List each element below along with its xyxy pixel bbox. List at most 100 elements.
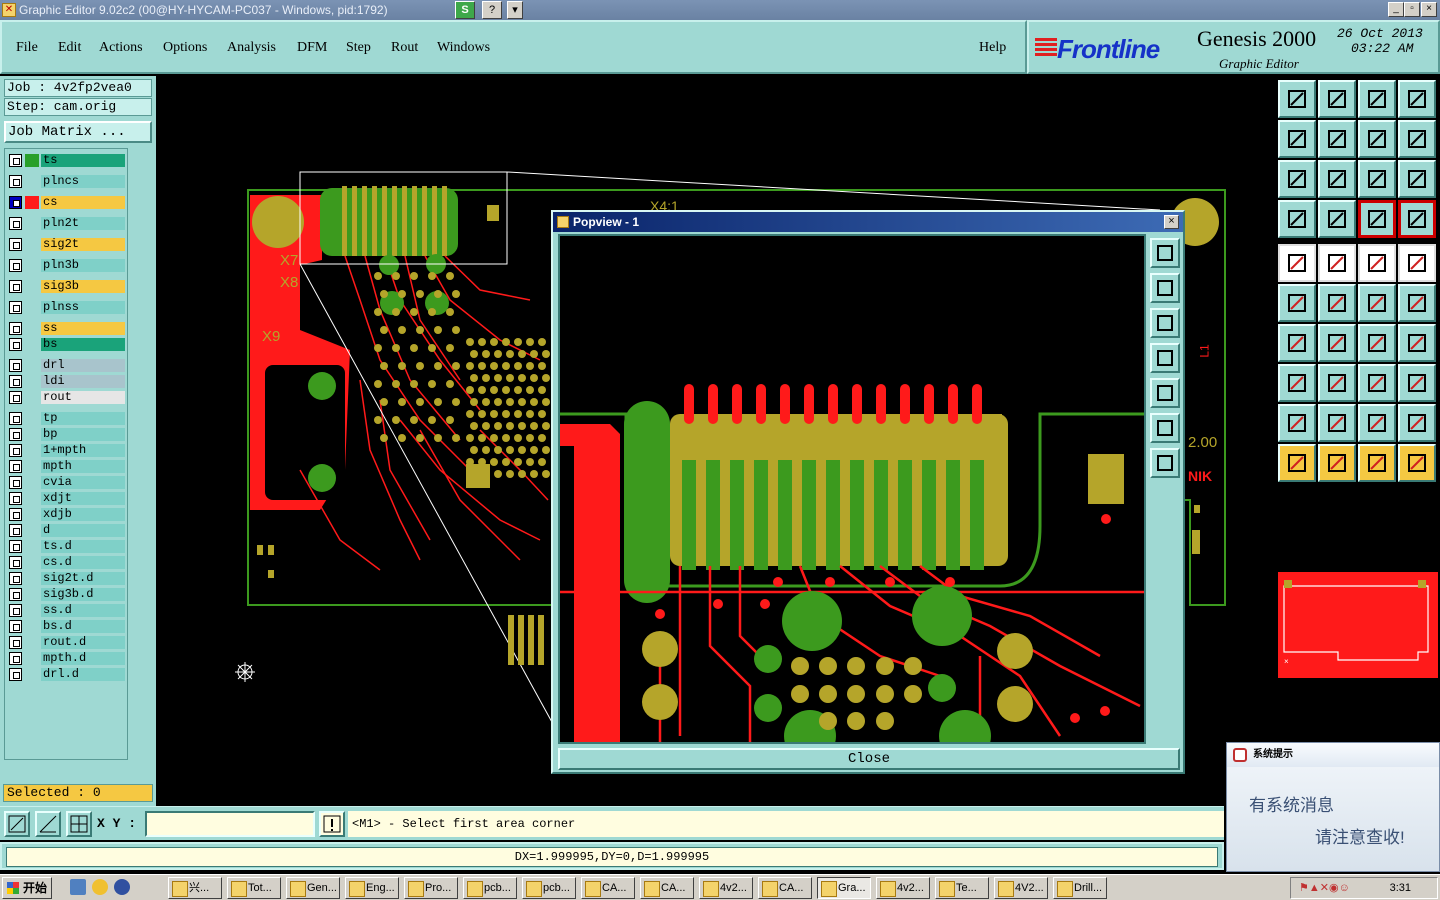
- layer-checkbox[interactable]: [9, 476, 22, 489]
- taskbar-item[interactable]: Te...: [935, 877, 989, 899]
- taskbar-item[interactable]: CA...: [581, 877, 635, 899]
- zoom-fit-icon[interactable]: [4, 811, 30, 837]
- pad-move-icon[interactable]: [1278, 364, 1316, 402]
- pointer-select-icon[interactable]: [1318, 444, 1356, 482]
- layer-row-cs[interactable]: cs: [7, 195, 127, 210]
- layer-checkbox[interactable]: [9, 196, 22, 209]
- move-point-icon[interactable]: [1358, 284, 1396, 322]
- layer-row-1-mpth[interactable]: 1+mpth: [7, 443, 127, 458]
- taskbar-item[interactable]: Tot...: [227, 877, 281, 899]
- layer-color-swatch[interactable]: [25, 476, 39, 489]
- zoom-in-icon[interactable]: [1150, 238, 1180, 268]
- fit-screen-icon[interactable]: [1278, 160, 1316, 198]
- layer-checkbox[interactable]: [9, 238, 22, 251]
- layer-name[interactable]: sig2t: [41, 238, 125, 251]
- layer-checkbox[interactable]: [9, 572, 22, 585]
- snap-pad-icon[interactable]: [1358, 200, 1396, 238]
- layer-row-pln3b[interactable]: pln3b: [7, 258, 127, 273]
- popview-close-icon[interactable]: ×: [1164, 215, 1179, 229]
- layer-color-swatch[interactable]: [25, 588, 39, 601]
- page-up-icon[interactable]: [1150, 273, 1180, 303]
- layer-row-ss-d[interactable]: ss.d: [7, 603, 127, 618]
- layer-name[interactable]: plncs: [41, 175, 125, 188]
- home-icon[interactable]: [1358, 80, 1396, 118]
- layer-color-swatch[interactable]: [25, 301, 39, 314]
- layer-color-swatch[interactable]: [25, 259, 39, 272]
- add-pad-icon[interactable]: [1278, 244, 1316, 282]
- layer-color-swatch[interactable]: [25, 636, 39, 649]
- measure-icon[interactable]: [35, 811, 61, 837]
- layer-color-swatch[interactable]: [25, 572, 39, 585]
- layer-checkbox[interactable]: [9, 359, 22, 372]
- layer-color-swatch[interactable]: [25, 412, 39, 425]
- split-view-icon[interactable]: [1398, 80, 1436, 118]
- layer-checkbox[interactable]: [9, 338, 22, 351]
- swap-icon[interactable]: [1358, 120, 1396, 158]
- layer-row-plnss[interactable]: plnss: [7, 300, 127, 315]
- layer-color-swatch[interactable]: [25, 668, 39, 681]
- layer-name[interactable]: rout: [41, 391, 125, 404]
- help-tool-icon[interactable]: ?: [482, 1, 502, 19]
- menu-step[interactable]: Step: [346, 40, 371, 56]
- layer-checkbox[interactable]: [9, 604, 22, 617]
- layer-name[interactable]: d: [41, 524, 125, 537]
- page-down-icon[interactable]: [1150, 308, 1180, 338]
- taskbar-item[interactable]: 4v2...: [876, 877, 930, 899]
- layer-color-swatch[interactable]: [25, 280, 39, 293]
- triangle-d-icon[interactable]: [1398, 404, 1436, 442]
- layer-color-swatch[interactable]: [25, 338, 39, 351]
- layer-color-swatch[interactable]: [25, 620, 39, 633]
- line-edit-icon[interactable]: [1318, 324, 1356, 362]
- board-overview[interactable]: ×: [1278, 572, 1438, 678]
- redraw-icon[interactable]: [1398, 120, 1436, 158]
- open-step-icon[interactable]: [1278, 80, 1316, 118]
- layer-checkbox[interactable]: [9, 540, 22, 553]
- layer-color-swatch[interactable]: [25, 540, 39, 553]
- layer-checkbox[interactable]: [9, 508, 22, 521]
- layer-name[interactable]: xdjt: [41, 492, 125, 505]
- menu-actions[interactable]: Actions: [99, 40, 143, 56]
- menu-rout[interactable]: Rout: [391, 40, 418, 56]
- layer-name[interactable]: pln2t: [41, 217, 125, 230]
- scale-1-2-icon[interactable]: [1358, 160, 1396, 198]
- taskbar-item[interactable]: CA...: [758, 877, 812, 899]
- xy-input[interactable]: [145, 811, 315, 837]
- layer-color-swatch[interactable]: [25, 196, 39, 209]
- close-button[interactable]: ×: [1421, 2, 1437, 17]
- layer-name[interactable]: sig3b.d: [41, 588, 125, 601]
- layer-name[interactable]: sig3b: [41, 280, 125, 293]
- layer-name[interactable]: ss: [41, 322, 125, 335]
- layer-checkbox[interactable]: [9, 620, 22, 633]
- next-layer-icon[interactable]: [1318, 120, 1356, 158]
- layer-row-tp[interactable]: tp: [7, 411, 127, 426]
- tray-icons[interactable]: ⚑▲✕◉☺: [1299, 878, 1350, 898]
- layer-row-bp[interactable]: bp: [7, 427, 127, 442]
- layer-name[interactable]: ldi: [41, 375, 125, 388]
- layer-color-swatch[interactable]: [25, 508, 39, 521]
- layer-row-ts-d[interactable]: ts.d: [7, 539, 127, 554]
- taskbar-item[interactable]: Drill...: [1053, 877, 1107, 899]
- layer-row-sig2t-d[interactable]: sig2t.d: [7, 571, 127, 586]
- layer-name[interactable]: ts: [41, 154, 125, 167]
- taskbar-item[interactable]: Gra...: [817, 877, 871, 899]
- popview-close-button[interactable]: Close: [558, 748, 1180, 770]
- layer-color-swatch[interactable]: [25, 375, 39, 388]
- layer-row-rout[interactable]: rout: [7, 390, 127, 405]
- show-desktop-icon[interactable]: [70, 879, 86, 895]
- layer-row-ldi[interactable]: ldi: [7, 374, 127, 389]
- layer-name[interactable]: ss.d: [41, 604, 125, 617]
- layer-name[interactable]: ts.d: [41, 540, 125, 553]
- pin-icon[interactable]: [1398, 284, 1436, 322]
- layer-row-mpth-d[interactable]: mpth.d: [7, 651, 127, 666]
- taskbar-item[interactable]: CA...: [640, 877, 694, 899]
- route-icon[interactable]: [1398, 444, 1436, 482]
- layer-row-mpth[interactable]: mpth: [7, 459, 127, 474]
- menu-options[interactable]: Options: [163, 40, 207, 56]
- triangle-a-icon[interactable]: [1278, 404, 1316, 442]
- layer-color-swatch[interactable]: [25, 322, 39, 335]
- layer-row-sig2t[interactable]: sig2t: [7, 237, 127, 252]
- layer-row-cs-d[interactable]: cs.d: [7, 555, 127, 570]
- system-notification[interactable]: 系统提示 有系统消息 请注意查收!: [1226, 742, 1440, 872]
- layer-checkbox[interactable]: [9, 217, 22, 230]
- layer-color-swatch[interactable]: [25, 604, 39, 617]
